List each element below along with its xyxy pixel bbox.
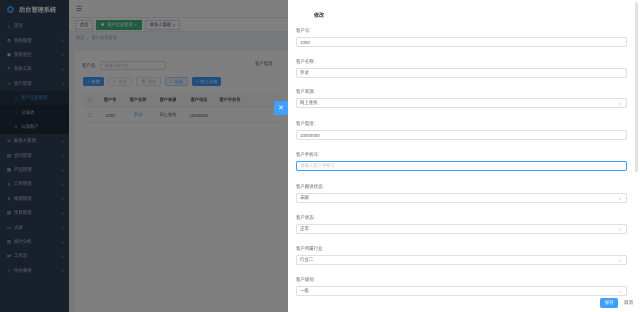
select-field[interactable]: 网上查找 ∨ bbox=[296, 98, 627, 108]
field-label: 客户状态: bbox=[296, 215, 315, 220]
chevron-down-icon: ∨ bbox=[618, 226, 621, 232]
text-field[interactable]: 罗试 bbox=[296, 68, 627, 78]
chevron-down-icon: ∨ bbox=[618, 257, 621, 263]
field-label: 客户号: bbox=[296, 28, 311, 33]
chevron-down-icon: ∨ bbox=[618, 288, 621, 294]
field-label: 客户电话: bbox=[296, 121, 315, 126]
chevron-down-icon: ∨ bbox=[618, 100, 621, 106]
text-field[interactable]: 10000000 bbox=[296, 130, 627, 140]
field-label: 客户级别: bbox=[296, 277, 315, 282]
save-button[interactable]: 保存 bbox=[600, 298, 619, 308]
field-label: 客户来源: bbox=[296, 89, 315, 94]
cancel-button[interactable]: 取消 bbox=[624, 300, 633, 306]
select-field[interactable]: 正常 ∨ bbox=[296, 224, 627, 234]
drawer-footer: 保存 取消 bbox=[600, 298, 633, 308]
text-field[interactable]: 1000 bbox=[296, 37, 627, 47]
select-field[interactable]: 未跟 ∨ bbox=[296, 193, 627, 203]
select-field[interactable]: 行业二 ∨ bbox=[296, 255, 627, 265]
field-label: 客户跟进状态: bbox=[296, 184, 324, 189]
drawer-title: 修改 bbox=[314, 13, 325, 19]
close-icon[interactable]: ✕ bbox=[274, 101, 288, 115]
field-label: 客户名称: bbox=[296, 59, 315, 64]
select-field[interactable]: 一级 ∨ bbox=[296, 286, 627, 296]
chevron-down-icon: ∨ bbox=[618, 195, 621, 201]
field-label: 客户手机号: bbox=[296, 152, 320, 157]
drawer-mask[interactable] bbox=[0, 0, 288, 312]
edit-drawer: 修改 客户号: 1000 客户名称: 罗试客户来源: 网上查找 ∨ 客户电话: 1000000… bbox=[288, 0, 640, 312]
text-field[interactable]: 请输入客户手机号 bbox=[296, 161, 627, 171]
field-label: 客户所属行业: bbox=[296, 246, 324, 251]
drawer-scrollbar[interactable] bbox=[635, 2, 638, 172]
